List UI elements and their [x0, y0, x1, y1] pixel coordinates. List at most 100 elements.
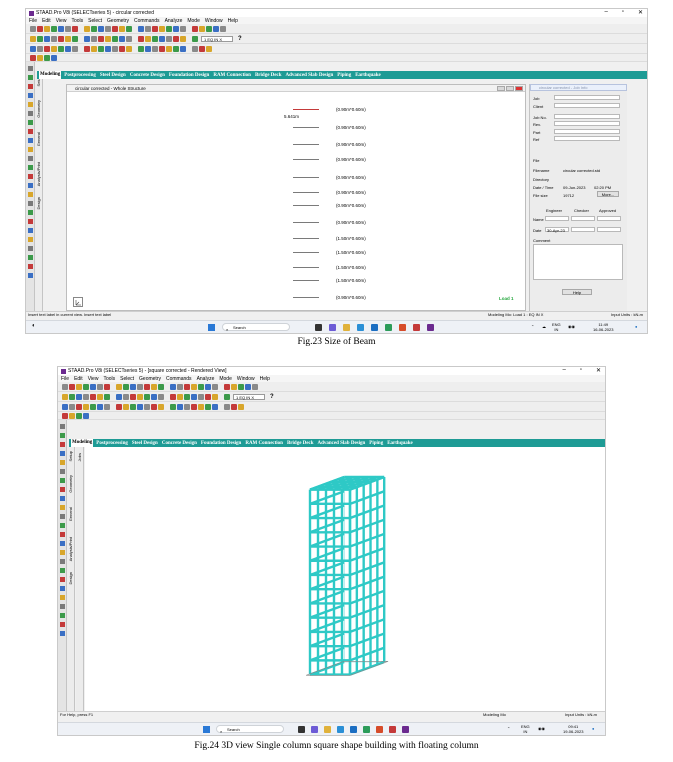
toolbar-button-icon[interactable] [177, 383, 183, 390]
toolbar-button-icon[interactable] [152, 25, 158, 32]
toolbar-button-icon[interactable] [191, 383, 197, 390]
toolbar-button-icon[interactable] [144, 383, 150, 390]
toolbar-button-icon[interactable] [166, 45, 172, 52]
side-tab-analysis-print[interactable]: Analysis/Print [68, 537, 73, 561]
menu-item-view[interactable]: View [56, 18, 67, 24]
edge-icon[interactable] [350, 726, 357, 733]
toolbar-button-icon[interactable] [138, 25, 144, 32]
toolbar-button-icon[interactable] [151, 393, 157, 400]
tab-postprocessing[interactable]: Postprocessing [63, 73, 97, 78]
toolbar-button-icon[interactable] [30, 35, 36, 42]
help-button[interactable]: Help [562, 289, 592, 295]
toolbar-button-icon[interactable] [206, 45, 212, 52]
side-tool-icon[interactable] [28, 156, 33, 161]
toolbar-button-icon[interactable] [105, 45, 111, 52]
toolbar-button-icon[interactable] [84, 45, 90, 52]
toolbar-button-icon[interactable] [159, 35, 165, 42]
toolbar-button-icon[interactable] [152, 45, 158, 52]
toolbar-button-icon[interactable] [137, 393, 143, 400]
taskbar-search[interactable]: ⌕ Search [222, 323, 290, 332]
side-tool-icon[interactable] [60, 478, 65, 483]
toolbar-button-icon[interactable] [62, 412, 68, 419]
notification-icon[interactable]: ● [635, 324, 637, 329]
toolbar-button-icon[interactable] [224, 403, 230, 410]
app-icon[interactable] [385, 324, 392, 331]
minimize-icon[interactable]: – [562, 367, 565, 375]
toolbar-button-icon[interactable] [126, 45, 132, 52]
toolbar-button-icon[interactable] [123, 393, 129, 400]
toolbar-button-icon[interactable] [37, 54, 43, 61]
toolbar-button-icon[interactable] [90, 383, 96, 390]
toolbar-button-icon[interactable] [65, 45, 71, 52]
toolbar-button-icon[interactable] [137, 383, 143, 390]
side-tool-icon[interactable] [60, 550, 65, 555]
viewport-close-button[interactable] [515, 86, 523, 91]
toolbar-button-icon[interactable] [145, 45, 151, 52]
toolbar-button-icon[interactable] [104, 393, 110, 400]
toolbar-button-icon[interactable] [98, 45, 104, 52]
side-tool-icon[interactable] [60, 586, 65, 591]
tab-ram-connection[interactable]: RAM Connection [212, 73, 252, 78]
side-tool-icon[interactable] [60, 631, 65, 636]
side-tab-geometry[interactable]: Geometry [68, 475, 73, 493]
toolbar-button-icon[interactable] [198, 403, 204, 410]
toolbar-button-icon[interactable] [212, 403, 218, 410]
toolbar-button-icon[interactable] [173, 25, 179, 32]
side-tool-icon[interactable] [28, 228, 33, 233]
side-tool-icon[interactable] [60, 604, 65, 609]
toolbar-button-icon[interactable] [69, 403, 75, 410]
toolbar-button-icon[interactable] [191, 403, 197, 410]
toolbar-button-icon[interactable] [83, 403, 89, 410]
side-tool-icon[interactable] [28, 120, 33, 125]
side-tool-icon[interactable] [28, 255, 33, 260]
toolbar-button-icon[interactable] [173, 45, 179, 52]
toolbar-button-icon[interactable] [130, 383, 136, 390]
office-icon[interactable] [399, 324, 406, 331]
toolbar-button-icon[interactable] [44, 54, 50, 61]
side-tool-icon[interactable] [60, 496, 65, 501]
side-tab-general[interactable]: General [68, 507, 73, 521]
tab-modeling[interactable]: Modeling [39, 71, 62, 79]
approved-name-field[interactable] [597, 216, 621, 221]
load-case-select[interactable]: 1 EQ IN X [233, 393, 265, 400]
toolbar-button-icon[interactable] [112, 25, 118, 32]
toolbar-button-icon[interactable] [69, 393, 75, 400]
rendered-view-viewport[interactable] [85, 447, 605, 711]
whole-structure-viewport[interactable]: circular corrected - Whole Structure 5.6… [66, 84, 526, 311]
toolbar-button-icon[interactable] [51, 25, 57, 32]
toolbar-button-icon[interactable] [198, 383, 204, 390]
side-tool-icon[interactable] [60, 523, 65, 528]
toolbar-button-icon[interactable] [37, 35, 43, 42]
tab-bridge-deck[interactable]: Bridge Deck [254, 73, 283, 78]
tray-language[interactable]: ENG IN [521, 724, 530, 734]
comment-field[interactable] [533, 244, 623, 280]
toolbar-button-icon[interactable] [83, 383, 89, 390]
menu-item-mode[interactable]: Mode [187, 18, 200, 24]
toolbar-button-icon[interactable] [72, 35, 78, 42]
tray-network-sound-icons[interactable]: ◉◉ [538, 726, 545, 731]
toolbar-button-icon[interactable] [69, 383, 75, 390]
tab-earthquake[interactable]: Earthquake [354, 73, 382, 78]
staad-taskbar-icon[interactable] [427, 324, 434, 331]
toolbar-button-icon[interactable] [83, 412, 89, 419]
toolbar-button-icon[interactable] [116, 403, 122, 410]
toolbar-button-icon[interactable] [205, 403, 211, 410]
chrome-icon[interactable] [389, 726, 396, 733]
toolbar-button-icon[interactable] [198, 393, 204, 400]
side-tool-icon[interactable] [28, 75, 33, 80]
toolbar-button-icon[interactable] [212, 393, 218, 400]
menu-item-file[interactable]: File [61, 376, 69, 382]
tab-concrete-design[interactable]: Concrete Design [161, 441, 198, 446]
menu-item-help[interactable]: Help [260, 376, 270, 382]
side-tab-analysis-print[interactable]: Analysis/Print [36, 162, 41, 186]
edge-icon[interactable] [371, 324, 378, 331]
tray-chevron-icon[interactable]: ⌃ [507, 726, 510, 731]
tab-advanced-slab-design[interactable]: Advanced Slab Design [285, 73, 335, 78]
file-explorer-icon[interactable] [343, 324, 350, 331]
engineer-name-field[interactable] [545, 216, 569, 221]
toolbar-button-icon[interactable] [58, 35, 64, 42]
tab-piping[interactable]: Piping [368, 441, 384, 446]
menu-item-geometry[interactable]: Geometry [139, 376, 161, 382]
side-tool-icon[interactable] [60, 577, 65, 582]
toolbar-button-icon[interactable] [112, 45, 118, 52]
